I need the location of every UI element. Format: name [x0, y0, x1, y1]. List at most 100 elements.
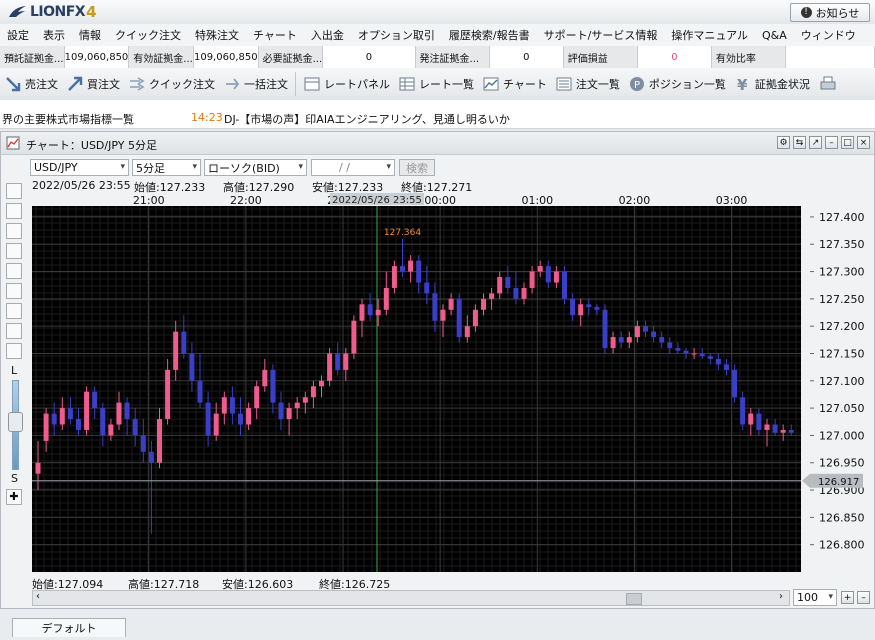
chart-window-title: チャート：USD/JPY 5分足 — [26, 139, 157, 152]
candle-body — [780, 429, 786, 433]
logo-version: 4 — [86, 3, 97, 21]
account-value: 109,060,850 — [194, 46, 259, 68]
candle-body — [270, 369, 276, 403]
toolbar-button[interactable]: P ポジション一覧 — [624, 71, 730, 97]
candle-body — [464, 326, 470, 338]
max-price-label: 127.364 — [384, 228, 421, 238]
horizontal-scrollbar[interactable]: ‹ › — [32, 590, 790, 606]
menu-item[interactable]: 設定 — [0, 27, 36, 43]
account-value: 109,060,850 — [65, 46, 130, 68]
layout-tab-default[interactable]: デフォルト — [12, 618, 126, 637]
notice-button[interactable]: ! お知らせ — [790, 3, 870, 22]
scale-slider-handle[interactable] — [8, 412, 23, 432]
zoom-in-icon[interactable]: + — [841, 591, 854, 604]
indicator-tool-icon[interactable] — [6, 223, 22, 239]
notes-tool-icon[interactable] — [6, 303, 22, 319]
toolbar-button[interactable]: 買注文 — [62, 71, 124, 97]
candle-body — [367, 304, 373, 316]
chart-icon — [482, 75, 503, 93]
ticker-time: 14:23 — [191, 111, 223, 124]
toolbar-button[interactable]: 一括注文 — [219, 71, 292, 97]
toolbar-button[interactable]: クイック注文 — [124, 71, 219, 97]
candle-body — [610, 337, 616, 349]
maximize-icon[interactable]: □ — [841, 136, 854, 149]
toolbar-button-label: 買注文 — [87, 78, 120, 91]
scroll-right-icon[interactable]: › — [779, 591, 783, 602]
zoom-out-icon[interactable]: – — [857, 591, 870, 604]
candlestick-chart[interactable]: 127.364 — [32, 206, 810, 572]
candle-body — [683, 350, 689, 354]
menu-item[interactable]: ウィンドウ — [794, 27, 863, 43]
grid-tool-icon[interactable] — [6, 263, 22, 279]
menu-item[interactable]: 特殊注文 — [188, 27, 246, 43]
layers-icon[interactable] — [6, 343, 22, 359]
candle-body — [489, 293, 495, 299]
chevron-down-icon: ▾ — [298, 162, 303, 172]
candle-body — [570, 298, 576, 316]
menu-item[interactable]: 表示 — [36, 27, 72, 43]
zoom-select[interactable]: 100 ▾ — [793, 589, 837, 606]
menu-item[interactable]: 情報 — [72, 27, 108, 43]
account-value — [786, 46, 875, 68]
candle-body — [432, 293, 438, 321]
toolbar-button[interactable]: 売注文 — [0, 71, 62, 97]
timeframe-select[interactable]: 5分足 ▾ — [132, 159, 201, 176]
toolbar-button[interactable]: レート一覧 — [394, 71, 478, 97]
toolbar-button[interactable]: レートパネル — [299, 71, 394, 97]
scrollbar-thumb[interactable] — [626, 593, 642, 605]
copy-tool-icon[interactable] — [6, 283, 22, 299]
drawing-tool-icon[interactable] — [6, 243, 22, 259]
menu-item[interactable]: 履歴検索/報告書 — [442, 27, 537, 43]
candle-body — [594, 307, 600, 310]
candle-body — [100, 408, 106, 436]
crosshair-icon[interactable]: ✚ — [6, 489, 22, 505]
close-icon[interactable]: × — [857, 136, 870, 149]
menu-item[interactable]: 入出金 — [304, 27, 351, 43]
buy-arrow-icon — [66, 75, 87, 93]
candle-body — [788, 429, 794, 433]
currency-pair-select[interactable]: USD/JPY ▾ — [30, 159, 129, 176]
pen-tool-icon[interactable] — [6, 203, 22, 219]
toolbar-button-label: クイック注文 — [149, 78, 215, 91]
date-input[interactable]: / / ▾ — [311, 159, 395, 176]
cursor-tool-icon[interactable] — [6, 183, 22, 199]
toolbar-button[interactable]: 注文一覧 — [551, 71, 624, 97]
position-list-icon: P — [628, 75, 649, 93]
svg-text:P: P — [634, 80, 640, 91]
settings-icon[interactable]: ⚙ — [777, 136, 790, 149]
candle-body — [634, 326, 640, 338]
ticker-headline[interactable]: DJ-【市場の声】印AIAエンジニアリング、見通し明るいか — [224, 111, 510, 127]
toolbar-button[interactable]: ¥ 証拠金状況 — [730, 71, 814, 97]
print-icon[interactable] — [814, 71, 845, 97]
menu-item[interactable]: サポート/サービス情報 — [537, 27, 665, 43]
candle-body — [108, 424, 114, 436]
timeframe-value: 5分足 — [136, 161, 165, 175]
chart-window-icon — [6, 136, 20, 150]
candle-body — [35, 462, 41, 474]
candle-body — [481, 298, 486, 310]
menu-item[interactable]: チャート — [246, 27, 304, 43]
menu-item[interactable]: クイック注文 — [108, 27, 188, 43]
scroll-left-icon[interactable]: ‹ — [36, 591, 40, 602]
menu-item[interactable]: 操作マニュアル — [664, 27, 755, 43]
chart-type-select[interactable]: ローソク(BID) ▾ — [204, 159, 307, 176]
candle-body — [302, 397, 308, 403]
print-icon[interactable] — [6, 323, 22, 339]
ticker-headline[interactable]: 界の主要株式市場指標一覧 — [2, 111, 134, 127]
minimize-icon[interactable]: – — [825, 136, 838, 149]
link-icon[interactable]: ⇆ — [793, 136, 806, 149]
candle-body — [521, 287, 527, 299]
svg-text:¥: ¥ — [737, 76, 748, 93]
menu-item[interactable]: Q&A — [755, 29, 794, 42]
news-ticker[interactable]: 界の主要株式市場指標一覧 14:23 DJ-【市場の声】印AIAエンジニアリング… — [0, 100, 875, 129]
chevron-down-icon: ▾ — [828, 592, 833, 602]
toolbar-button-label: ポジション一覧 — [648, 78, 726, 91]
menu-item[interactable]: オプション取引 — [351, 27, 442, 43]
candle-body — [335, 353, 341, 370]
candle-body — [132, 419, 138, 436]
chevron-down-icon: ▾ — [386, 162, 391, 172]
search-button[interactable]: 検索 — [399, 159, 435, 176]
toolbar-button[interactable]: チャート — [478, 71, 551, 97]
detach-icon[interactable]: ↗ — [809, 136, 822, 149]
current-price-label: 126.917 — [818, 477, 859, 488]
